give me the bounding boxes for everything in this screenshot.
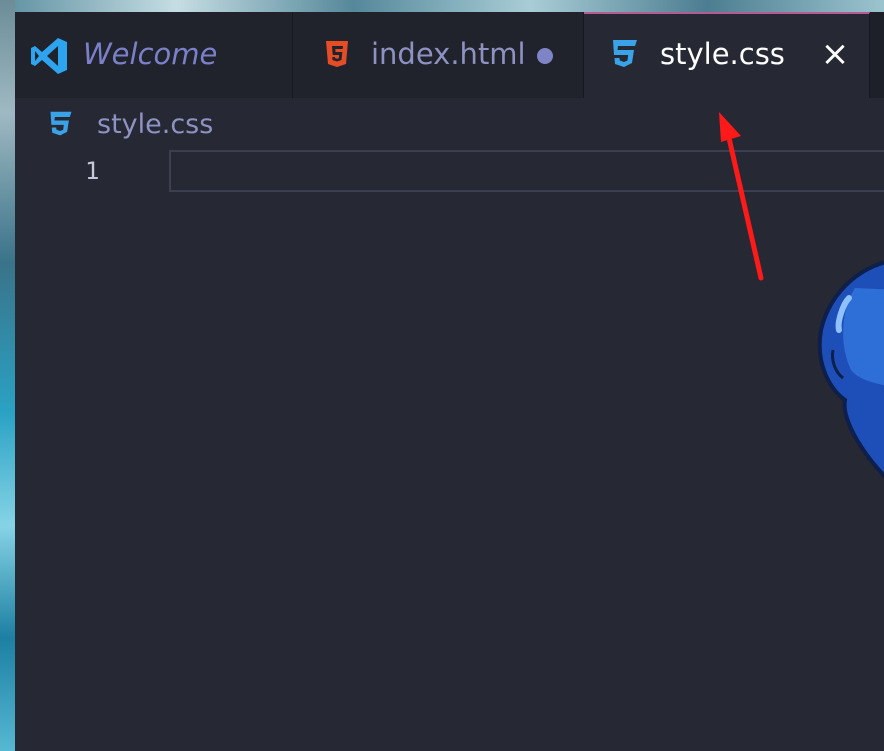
line-number: 1: [85, 157, 100, 185]
tab-style-css-label: style.css: [660, 37, 785, 71]
editor-window: Welcome index.html style.css × style.css…: [15, 12, 884, 751]
html5-icon: [326, 41, 348, 67]
tab-welcome-label: Welcome: [83, 37, 218, 71]
close-icon[interactable]: ×: [820, 37, 850, 71]
mascot-character-image: [817, 260, 884, 479]
tab-welcome[interactable]: Welcome: [15, 12, 293, 98]
tab-index-html[interactable]: index.html: [293, 12, 584, 98]
desktop-background-left: [0, 0, 15, 751]
breadcrumb-file-label: style.css: [97, 109, 214, 140]
css3-icon: [613, 40, 637, 67]
unsaved-dot-icon[interactable]: [537, 48, 553, 64]
tab-bar: Welcome index.html style.css ×: [15, 12, 884, 98]
red-arrow-annotation: [719, 112, 764, 281]
css3-icon: [50, 111, 72, 136]
desktop-background-top: [0, 0, 884, 12]
tab-index-html-label: index.html: [371, 37, 526, 71]
vscode-icon: [31, 38, 67, 74]
tab-style-css[interactable]: style.css ×: [584, 12, 870, 98]
